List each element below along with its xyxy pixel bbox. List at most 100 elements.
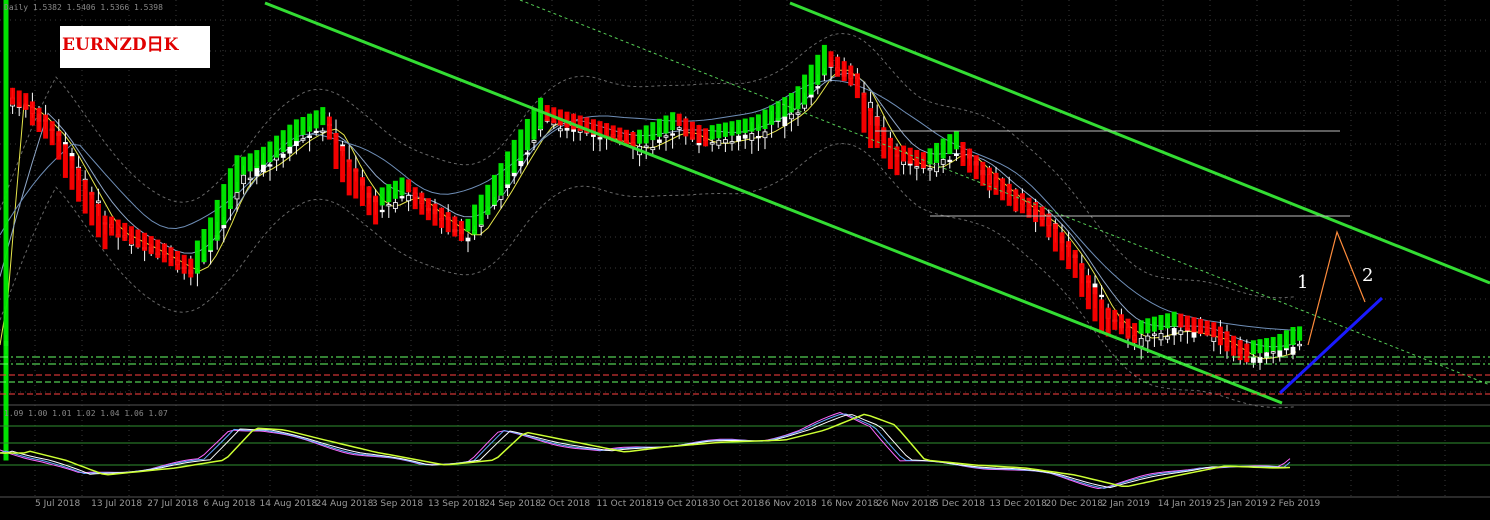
candle-body <box>789 113 794 120</box>
heiken-ashi-bar <box>1112 309 1118 330</box>
date-tick: 14 Jan 2019 <box>1157 499 1212 509</box>
heiken-ashi-bar <box>326 116 332 140</box>
candle-body <box>914 166 920 169</box>
heiken-ashi-bar <box>736 119 742 135</box>
heiken-ashi-bar <box>432 203 438 226</box>
candle-body <box>736 135 741 142</box>
heiken-ashi-bar <box>181 254 187 274</box>
heiken-ashi-bar <box>703 128 709 147</box>
heiken-ashi-bar <box>425 198 431 221</box>
heiken-ashi-bar <box>1165 313 1171 329</box>
channel-upper <box>789 1 1490 285</box>
candle-body <box>709 142 715 145</box>
heiken-ashi-bar <box>1138 320 1144 334</box>
candle-body <box>1297 343 1302 347</box>
heiken-ashi-bar <box>16 90 22 108</box>
heiken-ashi-bar <box>122 222 128 241</box>
heiken-ashi-bar <box>95 203 101 238</box>
date-tick: 24 Aug 2018 <box>315 499 374 509</box>
heiken-ashi-bar <box>293 119 299 142</box>
heiken-ashi-bar <box>458 220 464 241</box>
heiken-ashi-bar <box>676 113 682 127</box>
date-tick: 2 Jan 2019 <box>1101 499 1150 509</box>
candle-body <box>1165 336 1170 340</box>
heiken-ashi-bar <box>887 137 893 170</box>
heiken-ashi-bar <box>1019 193 1025 214</box>
chart-root: Daily 1.5382 1.5406 1.5366 1.5398 EURNZD… <box>0 0 1490 516</box>
heiken-ashi-bar <box>1132 323 1138 344</box>
candle-body <box>657 139 662 143</box>
heiken-ashi-bar <box>168 247 174 267</box>
candle-body <box>723 139 728 144</box>
heiken-ashi-bar <box>1145 318 1151 334</box>
heiken-ashi-bar <box>518 129 524 161</box>
candle-body <box>670 133 675 136</box>
heiken-ashi-bar <box>373 195 379 225</box>
heiken-ashi-bar <box>1026 197 1032 218</box>
heiken-ashi-bar <box>62 144 68 178</box>
candle-body <box>1099 294 1104 298</box>
heiken-ashi-bar <box>386 184 392 203</box>
heiken-ashi-bar <box>69 156 75 190</box>
heiken-ashi-bar <box>1250 340 1256 355</box>
heiken-ashi-bar <box>1151 316 1157 332</box>
candle-body <box>1158 333 1164 341</box>
date-tick: 26 Nov 2018 <box>877 499 935 509</box>
band-layer <box>0 32 1297 409</box>
heiken-ashi-bar <box>1000 178 1006 201</box>
candle-body <box>1277 349 1283 357</box>
heiken-ashi-bar <box>128 226 134 245</box>
heiken-ashi-bar <box>115 219 121 238</box>
heiken-ashi-bar <box>439 207 445 228</box>
heiken-ashi-bar <box>1231 335 1237 356</box>
heiken-ashi-bar <box>43 114 49 139</box>
candle-body <box>221 225 227 229</box>
heiken-ashi-bar <box>1118 314 1124 335</box>
heiken-ashi-bar <box>221 184 227 225</box>
candle-body <box>307 135 313 138</box>
heiken-ashi-bar <box>755 114 761 131</box>
candle-body <box>564 127 570 131</box>
heiken-ashi-bar <box>29 101 35 126</box>
heiken-ashi-bar <box>973 155 979 180</box>
heiken-ashi-bar <box>1283 330 1289 349</box>
candle-body <box>782 115 788 127</box>
heiken-ashi-bar <box>769 105 775 125</box>
heiken-ashi-bar <box>1217 326 1223 346</box>
candle-body <box>716 139 722 146</box>
heiken-ashi-bar <box>89 191 95 226</box>
osc-slow-line <box>0 413 1291 488</box>
chart-title: EURNZD日K <box>62 35 179 55</box>
heiken-ashi-bar <box>82 179 88 214</box>
candle-body <box>260 163 266 173</box>
heiken-ashi-bar <box>1171 311 1177 327</box>
candle-body <box>815 86 821 89</box>
candle-body <box>280 153 286 158</box>
heiken-ashi-bar <box>1178 313 1184 328</box>
wave-label-1: 1 <box>1297 272 1309 293</box>
heiken-ashi-bar <box>1270 336 1276 351</box>
heiken-ashi-bar <box>1059 232 1065 261</box>
candle-body <box>954 153 959 156</box>
wave-projection <box>1307 230 1366 346</box>
candle-body <box>287 146 293 154</box>
projection-trendline <box>1278 296 1384 395</box>
heiken-ashi-bar <box>175 251 181 270</box>
heiken-ashi-bar <box>260 146 266 165</box>
heiken-ashi-bar <box>1290 327 1296 345</box>
candle-body <box>300 138 306 141</box>
heiken-ashi-bar <box>795 86 801 110</box>
date-tick: 13 Sep 2018 <box>427 499 485 509</box>
heiken-ashi-bar <box>498 163 504 196</box>
heiken-ashi-bar <box>716 123 722 139</box>
heiken-ashi-bar <box>815 54 821 85</box>
date-tick: 14 Aug 2018 <box>259 499 318 509</box>
heiken-ashi-bar <box>412 187 418 210</box>
heiken-ashi-bar <box>1277 333 1283 351</box>
heiken-ashi-bar <box>1085 275 1091 310</box>
heiken-ashi-bar <box>161 243 167 263</box>
date-tick: 30 Oct 2018 <box>708 499 765 509</box>
heiken-ashi-bar <box>300 117 306 135</box>
heiken-ashi-bar <box>1211 322 1217 338</box>
heiken-ashi-bar <box>980 161 986 186</box>
